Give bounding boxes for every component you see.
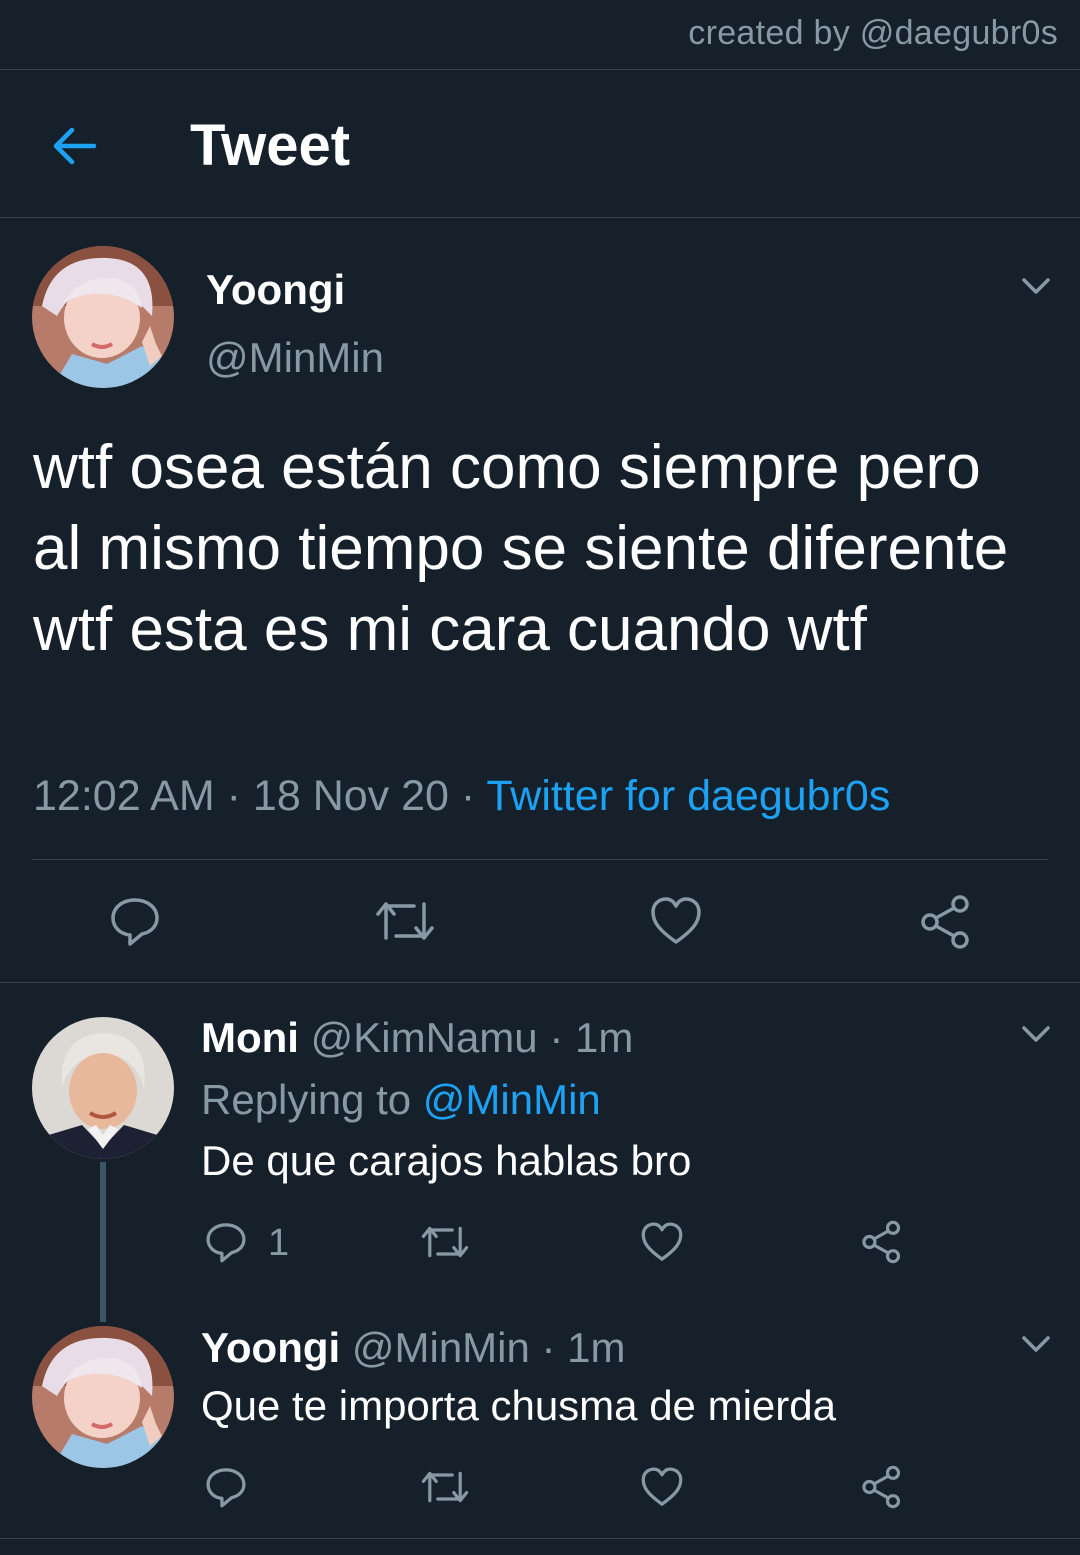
- divider: [0, 69, 1080, 70]
- replying-to-handle[interactable]: @MinMin: [423, 1076, 601, 1123]
- tweet-text: wtf osea están como siempre pero al mism…: [33, 433, 1009, 664]
- like-heart-icon[interactable]: [640, 1465, 684, 1509]
- reply-icon[interactable]: [108, 894, 162, 948]
- replying-to: Replying to @MinMin: [201, 1076, 601, 1124]
- retweet-icon[interactable]: [420, 1467, 470, 1507]
- like-heart-icon[interactable]: [649, 894, 703, 948]
- meta-separator: ·: [226, 772, 241, 820]
- like-heart-icon[interactable]: [640, 1220, 684, 1264]
- reply-text: Que te importa chusma de mierda: [201, 1382, 836, 1429]
- divider: [32, 859, 1048, 860]
- tweet-date: 18 Nov 20: [252, 772, 449, 820]
- reply-text: De que carajos hablas bro: [201, 1137, 692, 1184]
- replying-to-label: Replying to: [201, 1076, 412, 1123]
- avatar[interactable]: [32, 246, 174, 388]
- reply-icon[interactable]: [204, 1220, 248, 1264]
- meta-separator: ·: [460, 772, 476, 820]
- tweet-source-link[interactable]: Twitter for daegubr0s: [486, 772, 890, 820]
- reply-age: · 1m: [549, 1014, 634, 1061]
- divider: [0, 982, 1080, 983]
- reply-age: · 1m: [541, 1324, 626, 1371]
- divider: [0, 1538, 1080, 1539]
- share-icon[interactable]: [860, 1220, 904, 1264]
- retweet-icon[interactable]: [374, 896, 436, 946]
- reply-author-name[interactable]: Moni: [201, 1014, 299, 1061]
- author-handle[interactable]: @MinMin: [206, 334, 384, 382]
- retweet-icon[interactable]: [420, 1222, 470, 1262]
- reply-count: 1: [268, 1222, 290, 1264]
- tweet-time: 12:02 AM: [33, 772, 215, 820]
- avatar[interactable]: [32, 1326, 174, 1468]
- thread-line: [100, 1162, 106, 1322]
- chevron-down-icon[interactable]: [1020, 1328, 1052, 1360]
- back-arrow-icon[interactable]: [50, 122, 98, 170]
- reply-author-name[interactable]: Yoongi: [201, 1324, 340, 1371]
- share-icon[interactable]: [860, 1465, 904, 1509]
- creator-credit: created by @daegubr0s: [688, 14, 1058, 52]
- chevron-down-icon[interactable]: [1020, 1018, 1052, 1050]
- divider: [0, 217, 1080, 218]
- chevron-down-icon[interactable]: [1020, 270, 1052, 302]
- tweet-meta: 12:02 AM · 18 Nov 20 · Twitter for daegu…: [33, 772, 890, 821]
- page-title: Tweet: [190, 113, 351, 178]
- reply-header: Yoongi @MinMin · 1m: [201, 1324, 626, 1372]
- avatar[interactable]: [32, 1017, 174, 1159]
- reply-icon[interactable]: [204, 1465, 248, 1509]
- reply-header: Moni @KimNamu · 1m: [201, 1014, 633, 1062]
- share-icon[interactable]: [918, 894, 974, 950]
- author-name[interactable]: Yoongi: [206, 266, 345, 314]
- reply-author-handle[interactable]: @KimNamu: [311, 1014, 538, 1061]
- reply-author-handle[interactable]: @MinMin: [352, 1324, 530, 1371]
